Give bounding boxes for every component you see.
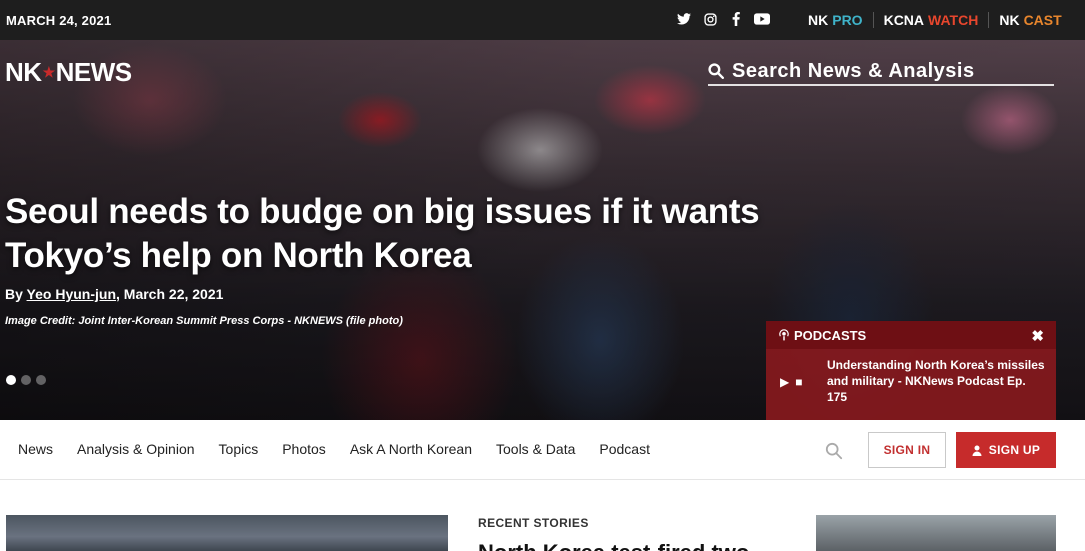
search-icon[interactable] (825, 442, 843, 465)
stop-icon[interactable]: ■ (795, 375, 802, 389)
featured-story-image[interactable] (6, 515, 448, 551)
nav-item-podcast[interactable]: Podcast (599, 441, 650, 457)
main-nav: News Analysis & Opinion Topics Photos As… (0, 420, 1085, 480)
podcast-episode-title[interactable]: Understanding North Korea’s missiles and… (827, 357, 1047, 405)
podcast-player: PODCASTS ✖ ▶ ■ Understanding North Korea… (766, 321, 1056, 420)
slider-dot[interactable] (21, 375, 31, 385)
nav-item-news[interactable]: News (18, 441, 53, 457)
nk-pro-link[interactable]: NK PRO (808, 12, 863, 28)
side-story-image[interactable] (816, 515, 1056, 551)
sign-up-button[interactable]: SIGN UP (956, 432, 1056, 468)
facebook-icon[interactable] (728, 11, 744, 27)
podcast-icon (779, 329, 789, 341)
sign-in-button[interactable]: SIGN IN (868, 432, 946, 468)
top-bar: MARCH 24, 2021 NK PRO KCNA WATCH NK CAST (0, 0, 1085, 40)
kcna-watch-link[interactable]: KCNA WATCH (884, 12, 979, 28)
player-controls: ▶ ■ (780, 375, 802, 389)
instagram-icon[interactable] (702, 11, 718, 27)
slider-dots (6, 375, 46, 385)
current-date: MARCH 24, 2021 (6, 13, 112, 28)
hero-headline[interactable]: Seoul needs to budge on big issues if it… (5, 190, 805, 278)
nav-item-topics[interactable]: Topics (219, 441, 259, 457)
recent-story-title[interactable]: North Korea test-fired two (478, 540, 778, 551)
star-icon: ★ (42, 64, 56, 80)
nav-item-tools[interactable]: Tools & Data (496, 441, 575, 457)
image-credit: Image Credit: Joint Inter-Korean Summit … (5, 315, 403, 327)
divider (988, 12, 990, 28)
nk-cast-link[interactable]: NK CAST (999, 12, 1061, 28)
youtube-icon[interactable] (754, 11, 770, 27)
search-placeholder: Search News & Analysis (732, 59, 975, 82)
search-icon (708, 63, 724, 79)
byline: By Yeo Hyun-jun, March 22, 2021 (5, 286, 224, 302)
brand-links: NK PRO KCNA WATCH NK CAST (808, 12, 1062, 28)
slider-dot[interactable] (36, 375, 46, 385)
user-icon (972, 445, 982, 456)
podcast-header: PODCASTS (766, 321, 1056, 349)
recent-stories-label: RECENT STORIES (478, 516, 589, 530)
site-logo[interactable]: NK ★ NEWS (5, 57, 132, 88)
slider-dot[interactable] (6, 375, 16, 385)
author-link[interactable]: Yeo Hyun-jun (27, 286, 116, 302)
hero-slider[interactable]: NK ★ NEWS Search News & Analysis Seoul nee… (0, 40, 1085, 420)
divider (872, 12, 874, 28)
nav-item-analysis[interactable]: Analysis & Opinion (77, 441, 195, 457)
social-links (676, 11, 770, 27)
search-input[interactable]: Search News & Analysis (708, 58, 1054, 86)
nav-item-photos[interactable]: Photos (282, 441, 326, 457)
close-icon[interactable]: ✖ (1031, 327, 1044, 345)
nav-item-ask[interactable]: Ask A North Korean (350, 441, 472, 457)
twitter-icon[interactable] (676, 11, 692, 27)
play-icon[interactable]: ▶ (780, 375, 789, 389)
